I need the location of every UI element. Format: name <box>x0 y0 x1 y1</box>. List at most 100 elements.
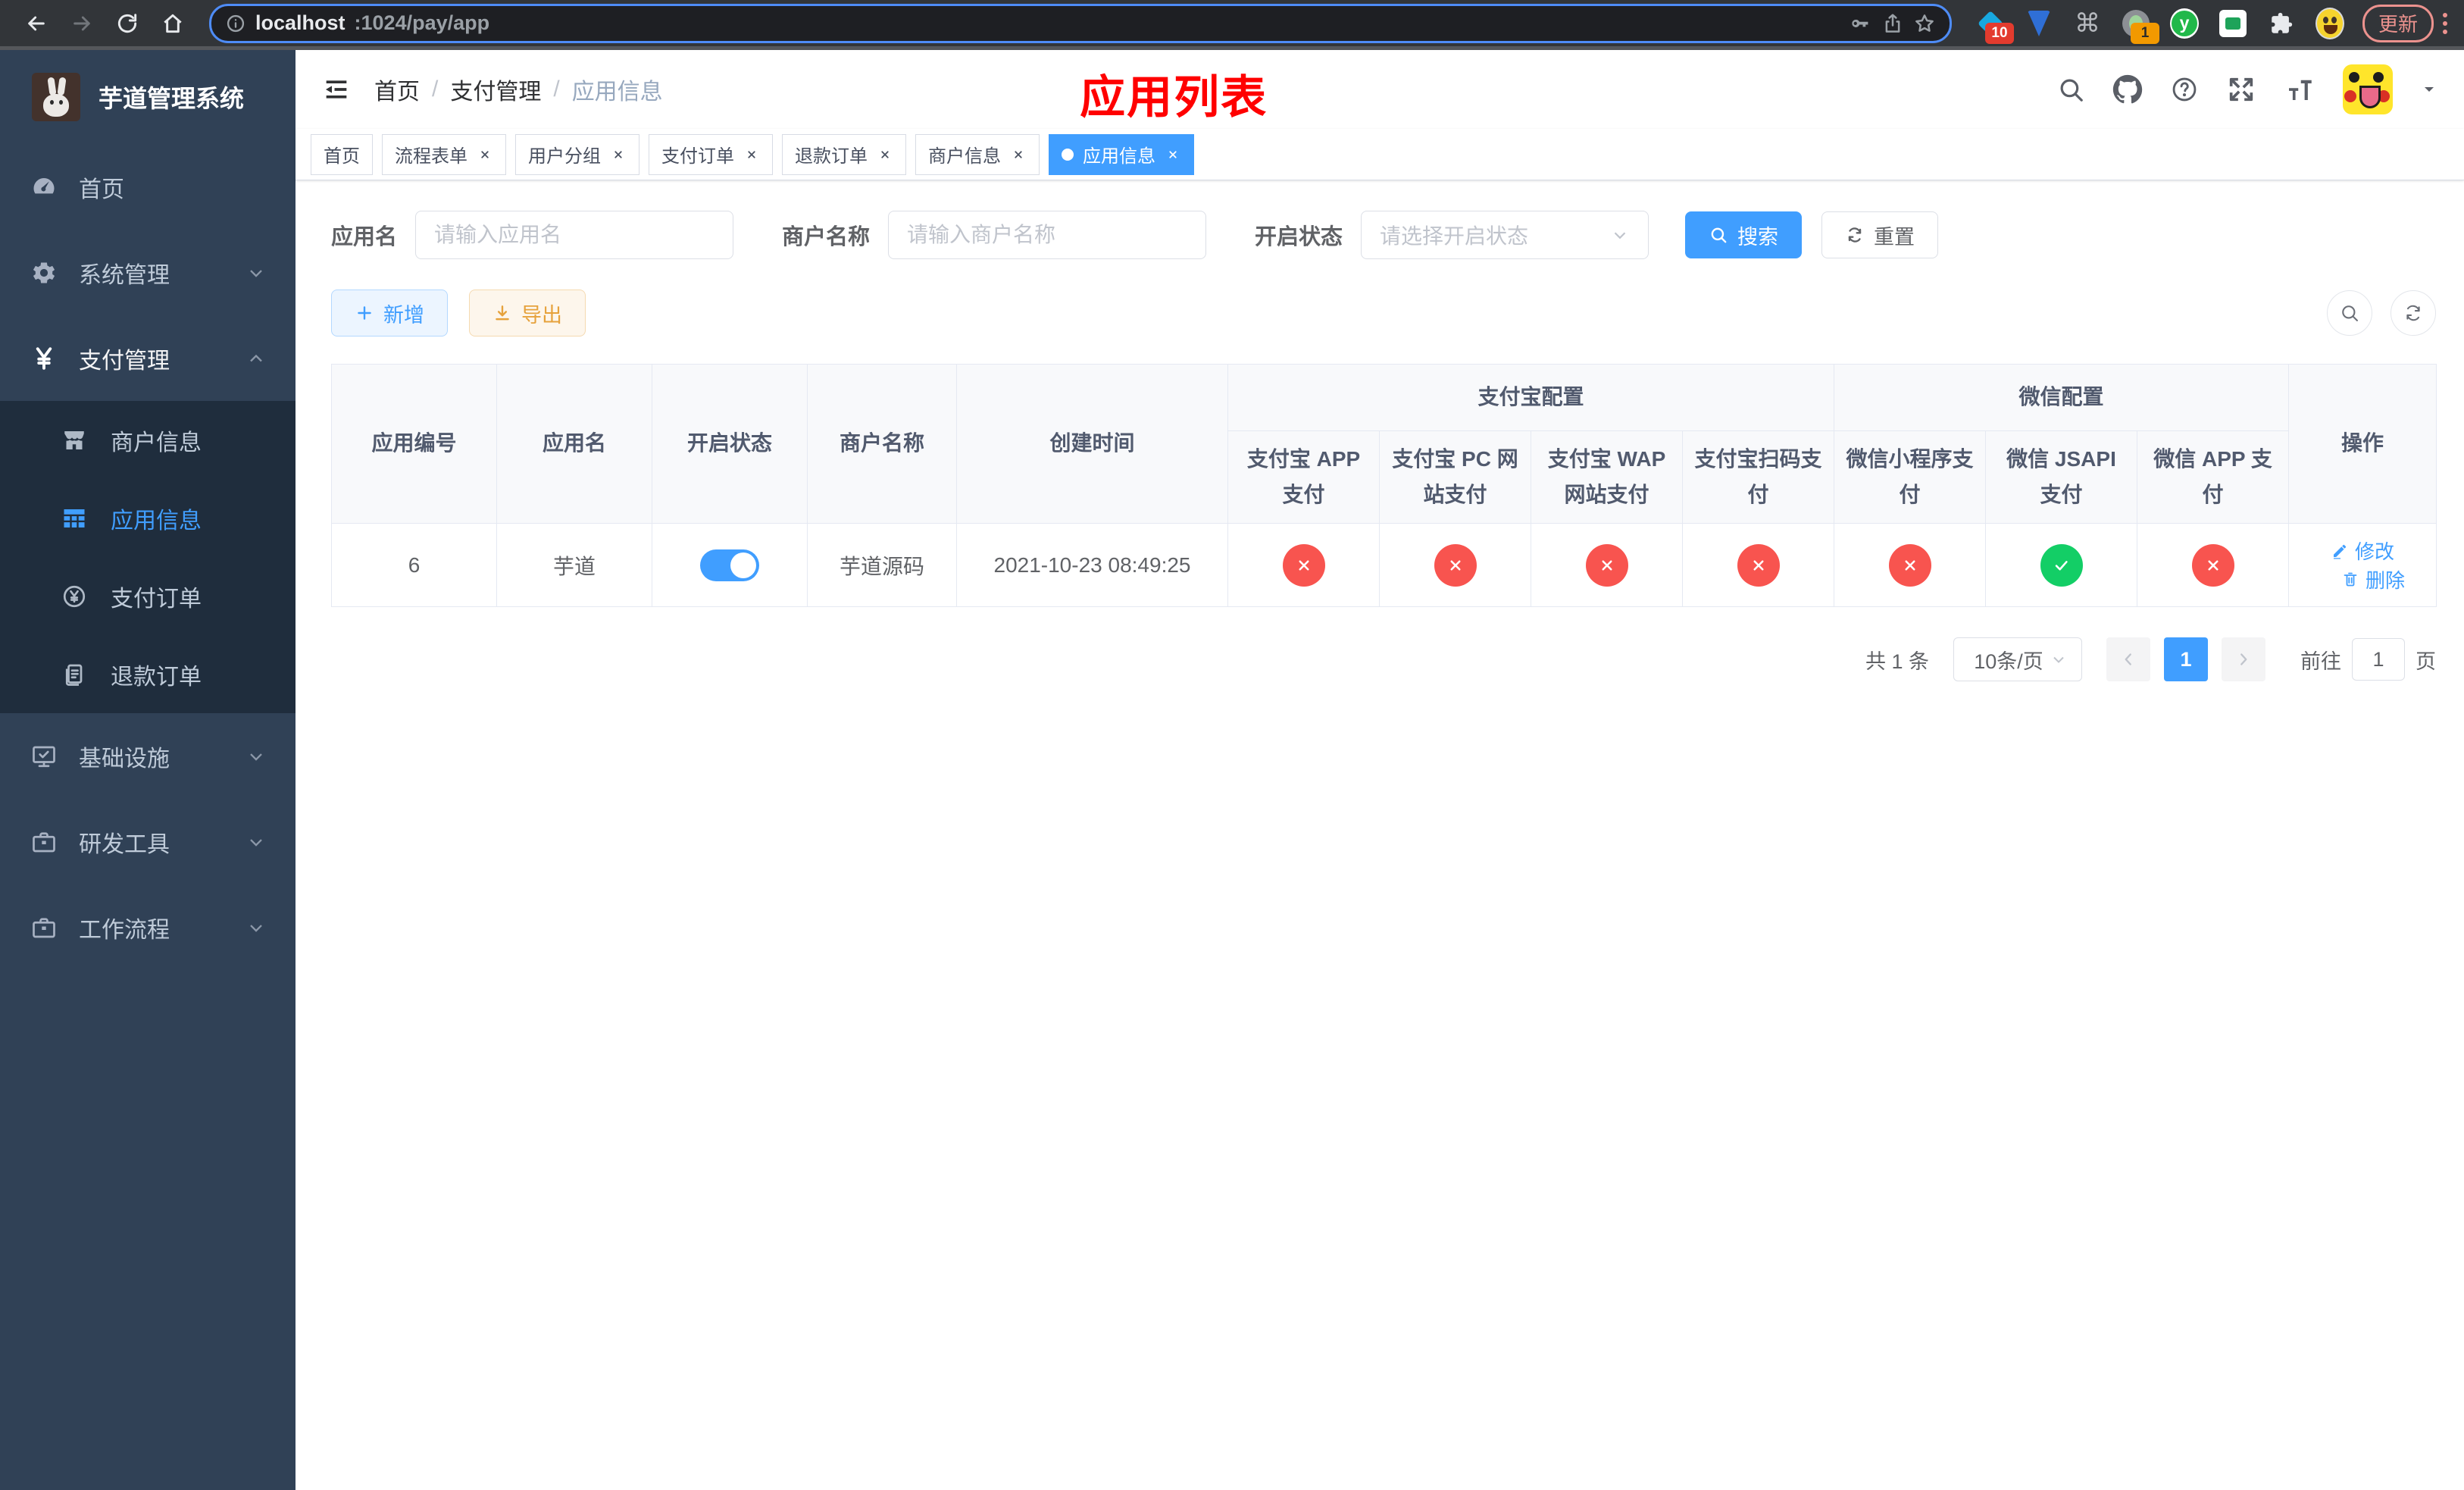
search-icon[interactable] <box>2056 75 2085 104</box>
user-avatar[interactable] <box>2343 64 2393 114</box>
sidebar-item-infra[interactable]: 基础设施 <box>0 713 295 799</box>
fullscreen-icon[interactable] <box>2226 74 2256 105</box>
refresh-table-button[interactable] <box>2391 290 2436 336</box>
sidebar-item-refund-order[interactable]: 退款订单 <box>0 635 295 713</box>
col-actions: 操作 <box>2288 364 2437 524</box>
tab-merchant-info[interactable]: 商户信息 <box>915 133 1040 175</box>
chevron-up-icon <box>245 348 267 369</box>
tab-close-icon[interactable] <box>477 146 493 163</box>
merchant-name-input[interactable] <box>888 211 1207 259</box>
app-name-input[interactable] <box>415 211 734 259</box>
pencil-icon <box>2331 542 2349 560</box>
trash-icon <box>2341 570 2359 588</box>
sidebar-item-system[interactable]: 系统管理 <box>0 230 295 315</box>
font-size-icon[interactable] <box>2284 74 2315 105</box>
cell-status <box>652 523 808 607</box>
sidebar-item-workflow[interactable]: 工作流程 <box>0 884 295 970</box>
breadcrumb: 首页 / 支付管理 / 应用信息 <box>374 73 663 106</box>
tab-close-icon[interactable] <box>610 146 627 163</box>
site-info-icon[interactable] <box>225 13 246 34</box>
status-disabled-icon <box>1434 543 1477 587</box>
tab-close-icon[interactable] <box>1010 146 1027 163</box>
breadcrumb-separator: / <box>432 77 439 102</box>
extension-chat-icon[interactable] <box>2219 9 2247 38</box>
github-icon[interactable] <box>2112 74 2143 105</box>
coin-yen-icon <box>59 583 89 610</box>
tab-app-info[interactable]: 应用信息 <box>1049 133 1194 175</box>
bookmark-star-icon[interactable] <box>1913 12 1936 35</box>
extension-y-icon[interactable]: y <box>2169 8 2199 39</box>
tab-close-icon[interactable] <box>743 146 760 163</box>
breadcrumb-payment[interactable]: 支付管理 <box>450 73 541 106</box>
chevron-down-icon <box>245 746 267 767</box>
group-alipay-config: 支付宝配置 <box>1227 364 1835 431</box>
extension-kite-icon[interactable] <box>2025 9 2053 38</box>
filter-form: 应用名 商户名称 开启状态 请选择开启状态 搜索 <box>331 211 2436 259</box>
col-alipay-pc: 支付宝 PC 网站支付 <box>1379 430 1531 524</box>
sidebar-item-payment[interactable]: 支付管理 <box>0 315 295 401</box>
avatar-caret-icon[interactable] <box>2420 80 2438 99</box>
app-name-label: 应用名 <box>331 225 398 249</box>
sidebar-item-merchant-info[interactable]: 商户信息 <box>0 401 295 479</box>
tab-pay-order[interactable]: 支付订单 <box>649 133 773 175</box>
reset-button[interactable]: 重置 <box>1821 211 1939 258</box>
navbar-actions <box>2056 64 2438 114</box>
search-button[interactable]: 搜索 <box>1685 211 1803 258</box>
gear-icon <box>29 259 59 286</box>
logo-avatar <box>32 73 80 121</box>
tab-home[interactable]: 首页 <box>311 133 373 175</box>
extensions-puzzle-icon[interactable] <box>2267 9 2296 38</box>
address-bar[interactable]: localhost:1024/pay/app <box>209 3 1952 43</box>
status-disabled-icon <box>2191 543 2234 587</box>
tags-view: 首页 流程表单 用户分组 支付订单 退款订单 商户信息 应用信息 <box>295 129 2464 180</box>
browser-back-icon[interactable] <box>17 4 56 43</box>
add-button[interactable]: 新增 <box>331 290 448 337</box>
status-label: 开启状态 <box>1255 225 1343 249</box>
chevron-down-icon <box>245 831 267 853</box>
edit-link[interactable]: 修改 <box>2331 537 2394 565</box>
cell-merchant: 芋道源码 <box>807 523 957 607</box>
refresh-icon <box>1845 225 1865 245</box>
breadcrumb-home[interactable]: 首页 <box>374 73 420 106</box>
extension-diamond-icon[interactable]: 10 <box>1976 9 2014 44</box>
page-number-1[interactable]: 1 <box>2164 637 2208 681</box>
delete-link[interactable]: 删除 <box>2341 565 2405 593</box>
tab-close-icon[interactable] <box>877 146 893 163</box>
prev-page-button[interactable] <box>2106 637 2150 681</box>
sidebar-item-dev-tools[interactable]: 研发工具 <box>0 799 295 884</box>
cell-app-id: 6 <box>331 523 497 607</box>
payment-submenu: 商户信息 应用信息 支付订单 退款订单 <box>0 401 295 713</box>
browser-menu-icon[interactable] <box>2443 12 2447 34</box>
extension-emoji-icon[interactable] <box>2315 7 2344 39</box>
export-button[interactable]: 导出 <box>469 290 586 337</box>
goto-page-input[interactable] <box>2352 638 2405 681</box>
col-app-id: 应用编号 <box>331 364 497 524</box>
show-search-button[interactable] <box>2327 290 2372 336</box>
monitor-check-icon <box>29 743 59 770</box>
browser-update-button[interactable]: 更新 <box>2362 4 2434 42</box>
share-icon[interactable] <box>1881 12 1904 35</box>
cell-alipay-pc-status <box>1379 523 1531 607</box>
password-key-icon[interactable] <box>1850 12 1872 35</box>
page-size-select[interactable]: 10条/页 <box>1953 637 2082 681</box>
sidebar-item-home[interactable]: 首页 <box>0 144 295 230</box>
browser-reload-icon[interactable] <box>108 4 147 43</box>
browser-forward-icon[interactable] <box>62 4 102 43</box>
next-page-button[interactable] <box>2222 637 2265 681</box>
enabled-switch[interactable] <box>700 549 759 581</box>
extension-command-icon[interactable]: ⌘ <box>2073 9 2102 38</box>
plus-icon <box>355 303 374 323</box>
status-enabled-icon <box>2040 543 2083 587</box>
status-select[interactable]: 请选择开启状态 <box>1361 211 1649 259</box>
tab-user-group[interactable]: 用户分组 <box>515 133 639 175</box>
tab-close-icon[interactable] <box>1165 146 1181 163</box>
extension-recorder-icon[interactable]: 1 <box>2122 9 2159 44</box>
browser-home-icon[interactable] <box>153 4 192 43</box>
sidebar-collapse-icon[interactable] <box>321 74 352 105</box>
tab-refund-order[interactable]: 退款订单 <box>782 133 906 175</box>
sidebar-logo[interactable]: 芋道管理系统 <box>0 50 295 144</box>
sidebar-item-app-info[interactable]: 应用信息 <box>0 479 295 557</box>
help-icon[interactable] <box>2170 75 2199 104</box>
tab-process-form[interactable]: 流程表单 <box>382 133 506 175</box>
sidebar-item-pay-order[interactable]: 支付订单 <box>0 557 295 635</box>
